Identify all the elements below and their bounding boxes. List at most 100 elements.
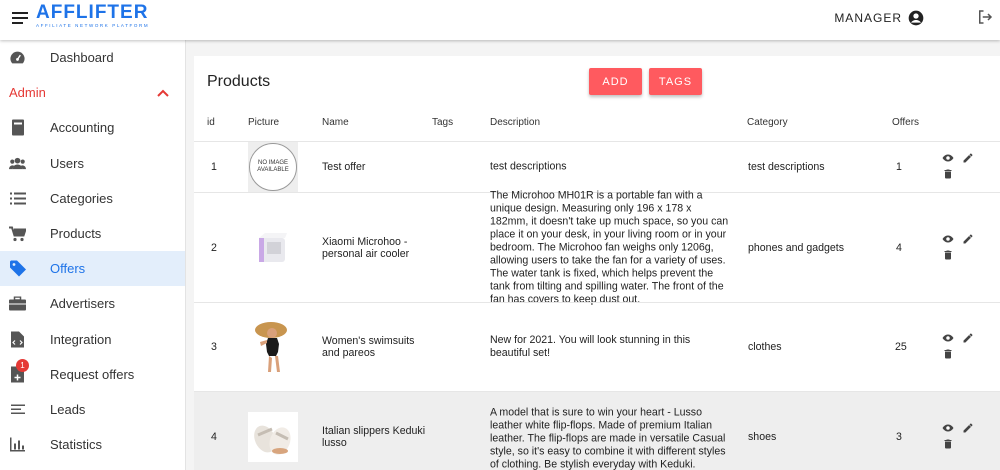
cell-name: Italian slippers Keduki lusso (322, 424, 426, 449)
user-label: MANAGER (834, 11, 902, 25)
view-icon[interactable] (942, 332, 954, 344)
sidebar-item-integration[interactable]: Integration (0, 322, 185, 357)
column-header-offers[interactable]: Offers (892, 117, 919, 128)
sidebar-item-statistics[interactable]: Statistics (0, 427, 185, 462)
leads-list-icon (9, 401, 26, 418)
column-header-tags[interactable]: Tags (432, 117, 453, 128)
top-bar: AFFLIFTER AFFILIATE NETWORK PLATFORM MAN… (0, 0, 1000, 40)
no-image-placeholder: NO IMAGE AVAILABLE (249, 143, 297, 191)
cell-category: test descriptions (748, 161, 825, 173)
sidebar-item-label: Products (50, 226, 102, 242)
logo[interactable]: AFFLIFTER AFFILIATE NETWORK PLATFORM (36, 3, 149, 29)
cell-category: shoes (748, 430, 777, 443)
cell-id: 1 (211, 161, 217, 173)
cell-offers: 25 (895, 341, 907, 353)
column-header-description[interactable]: Description (490, 117, 540, 128)
cell-description: New for 2021. You will look stunning in … (490, 334, 691, 359)
bar-chart-icon (9, 436, 26, 453)
edit-icon[interactable] (962, 332, 974, 344)
cell-category: clothes (748, 341, 782, 353)
column-header-picture[interactable]: Picture (248, 117, 279, 128)
delete-icon[interactable] (942, 249, 954, 261)
add-button[interactable]: ADD (589, 68, 642, 95)
list-icon (9, 190, 26, 207)
sidebar-item-label: Integration (50, 331, 112, 347)
sidebar-item-label: Dashboard (50, 50, 114, 66)
logo-tagline: AFFILIATE NETWORK PLATFORM (36, 23, 150, 28)
cell-description: The Microhoo MH01R is a portable fan wit… (490, 189, 729, 305)
cell-name: Women's swimsuits and pareos (322, 335, 415, 359)
delete-icon[interactable] (942, 348, 954, 360)
products-panel: Products ADD TAGS id Picture Name Tags D… (194, 56, 1000, 470)
row-actions (942, 233, 974, 263)
sidebar-item-label: Statistics (50, 437, 103, 453)
cell-offers: 4 (896, 241, 902, 254)
page-title: Products (207, 73, 271, 90)
speedometer-icon (9, 49, 26, 66)
table-row[interactable]: 3 Women's swimsuits and pareos New for 2… (194, 302, 1000, 391)
air-cooler-image (259, 232, 287, 262)
sidebar-item-dashboard[interactable]: Dashboard (0, 40, 185, 75)
table-header: id Picture Name Tags Description Categor… (194, 117, 1000, 141)
cart-icon (9, 225, 26, 242)
column-header-name[interactable]: Name (322, 117, 349, 128)
cell-name: Xiaomi Microhoo - personal air cooler (322, 235, 410, 260)
briefcase-icon (9, 295, 26, 312)
cell-description: test descriptions (490, 160, 567, 173)
sidebar-item-label: Request offers (50, 366, 135, 382)
sidebar-item-label: Offers (50, 261, 86, 277)
product-picture: NO IMAGE AVAILABLE (248, 142, 298, 192)
sidebar-group-label: Admin (9, 85, 46, 101)
view-icon[interactable] (942, 152, 954, 164)
sidebar-item-offers[interactable]: Offers (0, 251, 185, 287)
edit-icon[interactable] (962, 152, 974, 164)
notification-badge: 1 (16, 358, 29, 372)
user-menu[interactable]: MANAGER (834, 10, 924, 26)
product-picture (248, 222, 298, 273)
users-icon (9, 155, 26, 172)
sidebar: Dashboard Admin Accounting Users Categor… (0, 40, 186, 470)
column-header-category[interactable]: Category (747, 117, 788, 128)
tags-button[interactable]: TAGS (649, 68, 702, 95)
cell-id: 3 (211, 341, 217, 353)
cell-category: phones and gadgets (748, 241, 845, 254)
sidebar-item-advertisers[interactable]: Advertisers (0, 286, 185, 321)
row-actions (942, 152, 974, 182)
delete-icon[interactable] (942, 438, 954, 450)
sidebar-item-request-offers[interactable]: 1 Request offers (0, 357, 185, 392)
product-picture (248, 322, 298, 372)
book-icon (9, 119, 26, 136)
sidebar-item-leads[interactable]: Leads (0, 392, 185, 427)
cell-offers: 1 (896, 161, 902, 173)
delete-icon[interactable] (942, 168, 954, 180)
chevron-up-icon (157, 89, 169, 97)
cell-name: Test offer (322, 161, 366, 173)
sidebar-item-categories[interactable]: Categories (0, 181, 185, 216)
sidebar-item-products[interactable]: Products (0, 216, 185, 251)
sidebar-item-users[interactable]: Users (0, 146, 185, 181)
file-code-icon (9, 331, 26, 348)
logo-text: AFFLIFTER (36, 2, 149, 23)
edit-icon[interactable] (962, 233, 974, 245)
cell-offers: 3 (896, 430, 902, 443)
table-row[interactable]: 2 Xiaomi Microhoo - personal air cooler … (194, 189, 1000, 305)
sidebar-item-accounting[interactable]: Accounting (0, 110, 185, 145)
slippers-image (254, 425, 291, 455)
row-actions (942, 332, 974, 362)
product-picture (248, 411, 298, 462)
logout-icon[interactable] (976, 8, 994, 26)
sidebar-item-label: Users (50, 155, 84, 171)
sidebar-item-label: Advertisers (50, 296, 116, 312)
tag-icon (9, 260, 26, 277)
cell-id: 4 (211, 430, 217, 443)
edit-icon[interactable] (962, 422, 974, 434)
swimsuit-image (255, 322, 287, 372)
sidebar-item-label: Leads (50, 401, 86, 417)
column-header-id[interactable]: id (207, 117, 215, 128)
table-row[interactable]: 4 Italian slippers Keduki lusso A model … (194, 391, 1000, 470)
view-icon[interactable] (942, 422, 954, 434)
table-row[interactable]: 1 NO IMAGE AVAILABLE Test offer test des… (194, 141, 1000, 192)
menu-icon[interactable] (12, 12, 28, 26)
view-icon[interactable] (942, 233, 954, 245)
sidebar-group-admin[interactable]: Admin (0, 75, 185, 110)
